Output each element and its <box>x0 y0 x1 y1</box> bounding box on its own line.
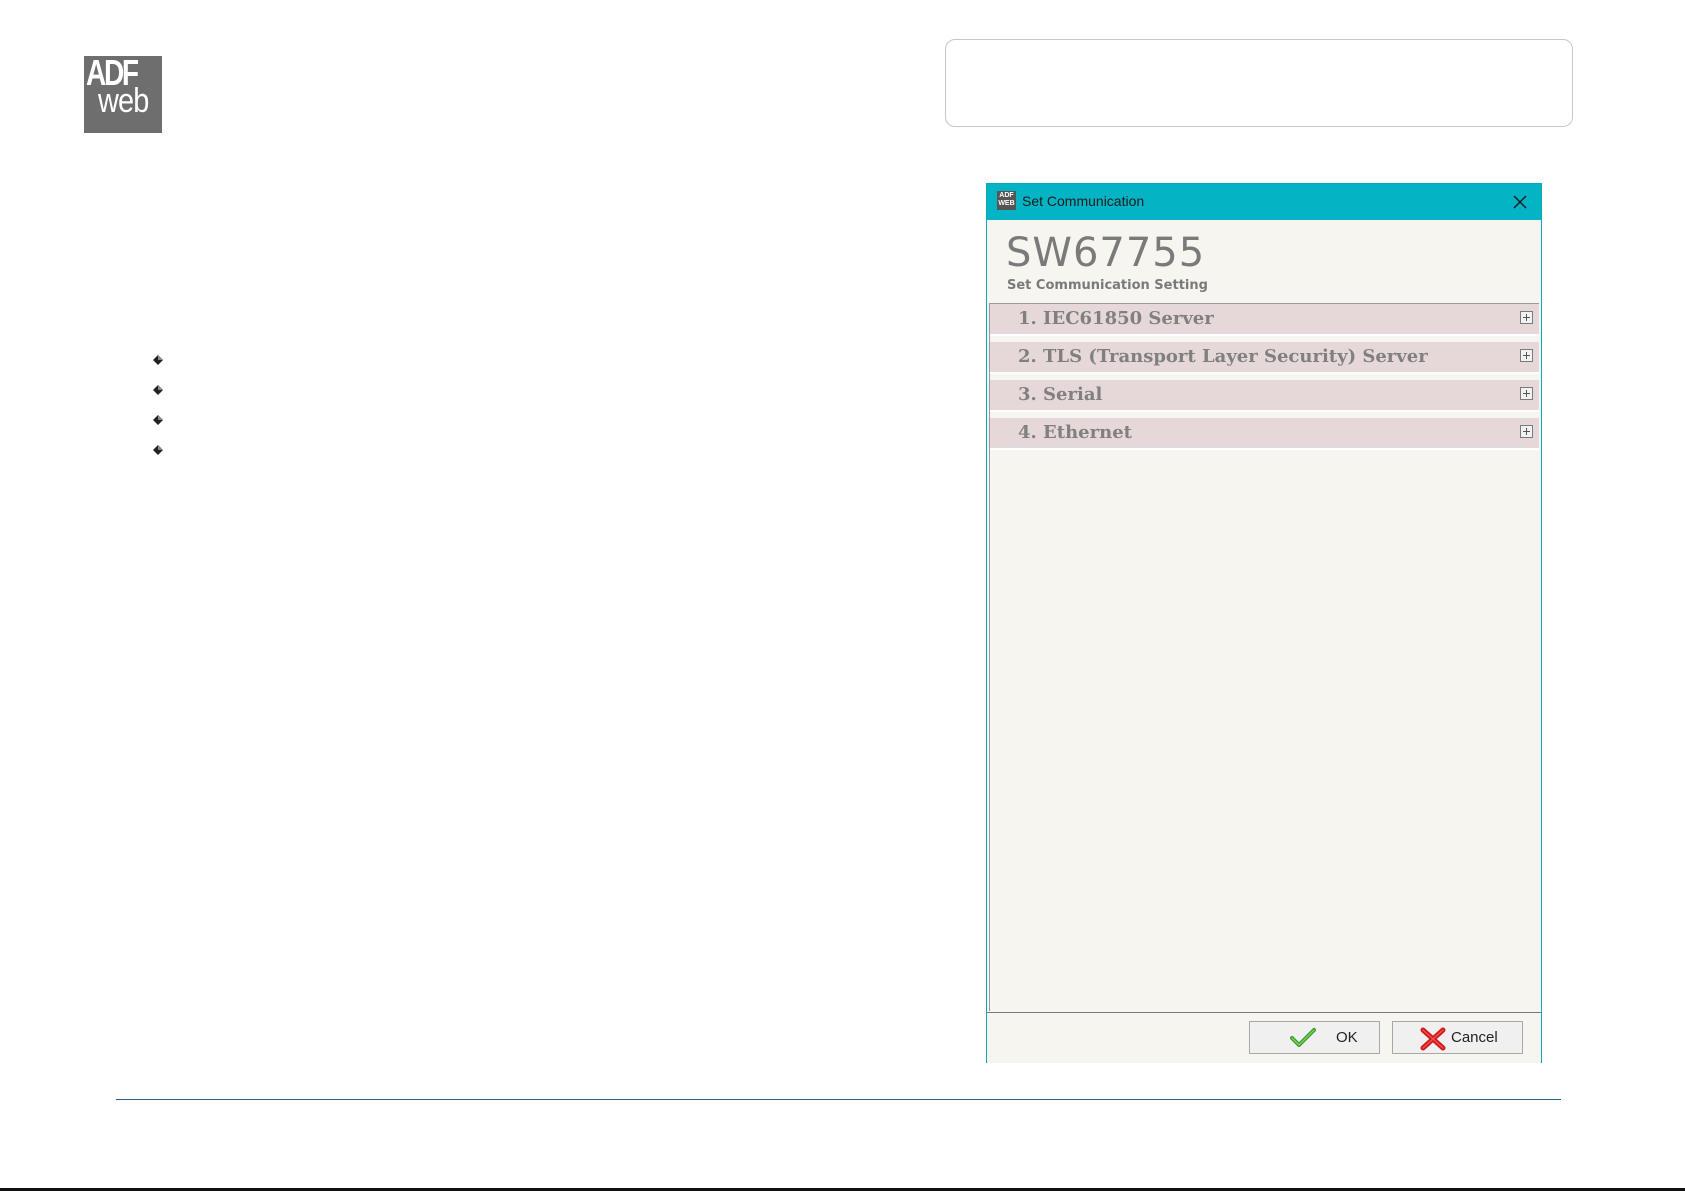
bullet-item <box>148 442 168 472</box>
settings-panel: 1. IEC61850 Server 2. TLS (Transport Lay… <box>989 303 1539 1011</box>
section-iec61850-server[interactable]: 1. IEC61850 Server <box>990 304 1539 336</box>
plus-box-icon[interactable] <box>1520 311 1533 324</box>
plus-box-icon[interactable] <box>1520 387 1533 400</box>
product-code: SW67755 <box>1006 230 1206 276</box>
bullet-list <box>148 352 168 472</box>
section-label: 1. IEC61850 Server <box>1018 308 1214 329</box>
diamond-bullet-icon <box>153 445 163 455</box>
ok-button[interactable]: OK <box>1249 1021 1380 1054</box>
header-box <box>945 39 1573 127</box>
cancel-label: Cancel <box>1451 1029 1498 1046</box>
close-icon <box>1513 195 1527 209</box>
plus-box-icon[interactable] <box>1520 425 1533 438</box>
close-button[interactable] <box>1507 189 1533 215</box>
dialog-titlebar[interactable]: ADF WEB Set Communication <box>987 184 1541 220</box>
dialog-subtitle: Set Communication Setting <box>1007 278 1208 293</box>
set-communication-dialog: ADF WEB Set Communication SW67755 Set Com… <box>986 183 1542 1063</box>
diamond-bullet-icon <box>153 415 163 425</box>
section-label: 2. TLS (Transport Layer Security) Server <box>1018 346 1428 367</box>
red-x-icon <box>1420 1027 1446 1051</box>
cancel-button[interactable]: Cancel <box>1392 1021 1523 1054</box>
adfweb-app-icon: ADF WEB <box>997 191 1016 210</box>
dialog-header: SW67755 Set Communication Setting <box>987 220 1541 305</box>
bullet-item <box>148 352 168 382</box>
diamond-bullet-icon <box>153 385 163 395</box>
plus-box-icon[interactable] <box>1520 349 1533 362</box>
bullet-item <box>148 412 168 442</box>
footer-rule <box>116 1099 1561 1100</box>
adfweb-logo: ADF web <box>84 56 162 133</box>
section-label: 4. Ethernet <box>1018 422 1132 443</box>
section-serial[interactable]: 3. Serial <box>990 380 1539 412</box>
bullet-item <box>148 382 168 412</box>
checkmark-icon <box>1290 1028 1316 1047</box>
section-tls-server[interactable]: 2. TLS (Transport Layer Security) Server <box>990 342 1539 374</box>
logo-web-text: web <box>98 82 149 120</box>
section-divider <box>998 446 1526 448</box>
section-label: 3. Serial <box>1018 384 1103 405</box>
dialog-title: Set Communication <box>1022 193 1145 209</box>
ok-label: OK <box>1336 1029 1358 1046</box>
diamond-bullet-icon <box>153 355 163 365</box>
dialog-footer: OK Cancel <box>987 1012 1541 1063</box>
